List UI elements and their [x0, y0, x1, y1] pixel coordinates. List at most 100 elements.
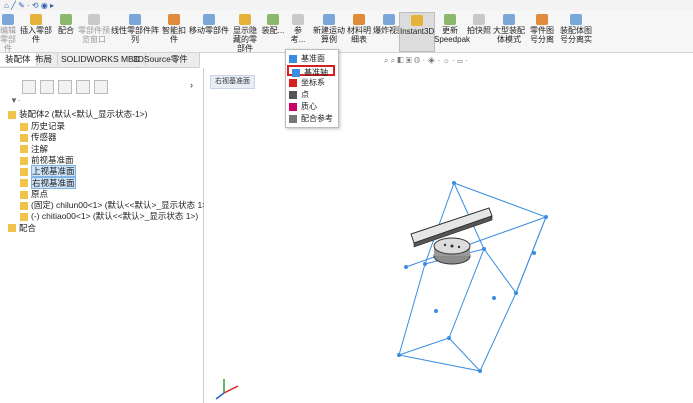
ribbon-button-icon [323, 14, 335, 25]
ribbon-button-icon [168, 14, 180, 25]
tree-node-icon [20, 179, 28, 188]
tree-node-label: 上视基准面 [31, 165, 76, 178]
display-manager-icon[interactable] [94, 80, 108, 94]
tree-item-7[interactable]: (固定) chilun00<1> (默认<<默认>_显示状态 1>) [20, 200, 210, 210]
tree-node-label: 传感器 [31, 132, 57, 143]
ribbon-button-icon [411, 15, 423, 26]
ribbon-button-1[interactable]: 插入零部件 [20, 12, 52, 50]
dropdown-item-0[interactable]: 基准面 [286, 53, 338, 64]
tree-item-6[interactable]: 原点 [20, 189, 48, 199]
tree-node-icon [20, 201, 28, 210]
ribbon-button-13[interactable]: Instant3D [399, 12, 435, 52]
tree-node-icon [8, 110, 16, 119]
ribbon-button-label: 零部件预览窗口 [78, 26, 110, 44]
point-icon [289, 90, 297, 99]
ribbon-button-label: 材料明细表 [347, 26, 371, 44]
tree-item-9[interactable]: 配合 [8, 223, 36, 233]
center-of-mass-icon [289, 102, 297, 111]
ribbon-button-label: 线性零部件阵列 [111, 26, 159, 44]
config-manager-icon[interactable] [58, 80, 72, 94]
ribbon-button-label: 装配... [261, 26, 285, 35]
ribbon-button-8[interactable]: 装配... [260, 12, 286, 50]
quick-access-bar: ⌂ ╱ ✎ · ⟲ ◉ ▸ [0, 0, 693, 10]
graphics-viewport[interactable]: ⌕ ⌕ ◧ ▣ ◍ · ◈ · ☼ · ▭ · 右视基准面 [204, 53, 693, 403]
command-manager-ribbon: 编辑零部件 插入零部件 配合 零部件预览窗口 线性零部件阵列 智能扣件 移动零部件 显示隐藏的… [0, 10, 693, 53]
dropdown-item-label: 点 [301, 90, 309, 99]
tree-node-icon [20, 145, 28, 154]
ribbon-button-label: 显示隐藏的零部件 [233, 26, 257, 53]
dropdown-item-label: 基准轴 [304, 68, 328, 77]
ribbon-button-6[interactable]: 移动零部件 [189, 12, 229, 50]
tree-node-label: (固定) chilun00<1> (默认<<默认>_显示状态 1>) [31, 200, 211, 211]
ribbon-button-17[interactable]: 零件图号分离 [527, 12, 557, 50]
tree-node-icon [20, 156, 28, 165]
tab-3[interactable]: 3DSource零件库 [128, 53, 200, 77]
tree-node-label: 右视基准面 [31, 176, 76, 189]
ribbon-button-18[interactable]: 装配体图号分离实 [557, 12, 595, 50]
ribbon-button-4[interactable]: 线性零部件阵列 [111, 12, 159, 50]
tree-node-label: (-) chitiao00<1> (默认<<默认>_显示状态 1>) [31, 211, 199, 222]
ribbon-button-16[interactable]: 大型装配体模式 [492, 12, 526, 50]
tree-item-2[interactable]: 注解 [20, 144, 48, 154]
ribbon-button-9[interactable]: 参考... [287, 12, 309, 50]
tree-item-3[interactable]: 前视基准面 [20, 155, 74, 165]
tree-node-icon [20, 122, 28, 131]
ribbon-button-3[interactable]: 零部件预览窗口 [77, 12, 111, 50]
model-view[interactable] [204, 53, 693, 403]
dropdown-item-label: 基准面 [301, 54, 325, 63]
dim-expert-icon[interactable] [76, 80, 90, 94]
tree-item-5[interactable]: 右视基准面 [20, 176, 76, 189]
plane-wireframe [398, 182, 547, 372]
ribbon-button-11[interactable]: 材料明细表 [345, 12, 373, 50]
dropdown-item-4[interactable]: 质心 [286, 101, 338, 112]
tree-item-4[interactable]: 上视基准面 [20, 165, 76, 178]
mate-reference-icon [289, 114, 297, 123]
reference-geometry-dropdown: 基准面基准轴 坐标系点质心配合参考 [285, 49, 339, 128]
tree-node-icon [20, 213, 28, 222]
tree-node-icon [20, 134, 28, 143]
ribbon-button-14[interactable]: 更新Speedpak [434, 12, 470, 50]
ribbon-button-icon [60, 14, 72, 25]
panel-toolbar: › ▼· [0, 68, 203, 105]
tree-node-label: 配合 [19, 222, 37, 233]
tree-item-1[interactable]: 传感器 [20, 132, 57, 142]
tree-item-0[interactable]: 历史记录 [20, 121, 65, 131]
dropdown-item-5[interactable]: 配合参考 [286, 113, 338, 124]
tree-node-label: 前视基准面 [31, 154, 74, 165]
dropdown-item-1[interactable]: 基准轴 [287, 65, 335, 77]
ribbon-button-15[interactable]: 拍快照 [467, 12, 491, 50]
dropdown-item-label: 质心 [301, 102, 317, 111]
command-tabs: 装配体布局SOLIDWORKS MBD3DSource零件库 [0, 53, 200, 77]
chilun-part [433, 237, 471, 265]
ribbon-button-icon [292, 14, 304, 25]
ribbon-button-icon [353, 14, 365, 25]
ribbon-button-label: 配合 [58, 26, 74, 35]
ribbon-button-label: 参考... [290, 26, 306, 44]
ribbon-button-icon [473, 14, 485, 25]
tree-node-label: 历史记录 [31, 121, 66, 131]
feature-tree-icon[interactable] [22, 80, 36, 94]
dropdown-item-2[interactable]: 坐标系 [286, 77, 338, 88]
filter-icon[interactable]: ▼· [10, 96, 21, 105]
ribbon-button-7[interactable]: 显示隐藏的零部件 [230, 12, 260, 53]
dropdown-item-label: 配合参考 [301, 114, 333, 123]
dropdown-item-3[interactable]: 点 [286, 89, 338, 100]
ribbon-button-label: Instant3D [400, 27, 435, 36]
tab-1[interactable]: 布局 [30, 53, 59, 66]
ribbon-button-label: 更新Speedpak [434, 26, 471, 44]
ribbon-button-5[interactable]: 智能扣件 [160, 12, 188, 50]
ribbon-button-label: 编辑零部件 [0, 26, 16, 53]
tree-root[interactable]: 装配体2 (默认<默认_显示状态-1>) [8, 109, 147, 119]
tree-item-8[interactable]: (-) chitiao00<1> (默认<<默认>_显示状态 1>) [20, 211, 198, 221]
ribbon-button-icon [203, 14, 215, 25]
ribbon-button-2[interactable]: 配合 [55, 12, 77, 50]
property-manager-icon[interactable] [40, 80, 54, 94]
ribbon-button-icon [503, 14, 515, 25]
tree-node-label: 装配体2 (默认<默认_显示状态-1>) [19, 109, 148, 119]
chevron-right-icon[interactable]: › [190, 80, 193, 90]
ribbon-button-label: 大型装配体模式 [493, 26, 525, 44]
ribbon-button-10[interactable]: 新建运动算例 [313, 12, 345, 50]
axis-icon [292, 68, 300, 77]
ribbon-button-icon [239, 14, 251, 25]
ribbon-button-0[interactable]: 编辑零部件 [0, 12, 18, 53]
